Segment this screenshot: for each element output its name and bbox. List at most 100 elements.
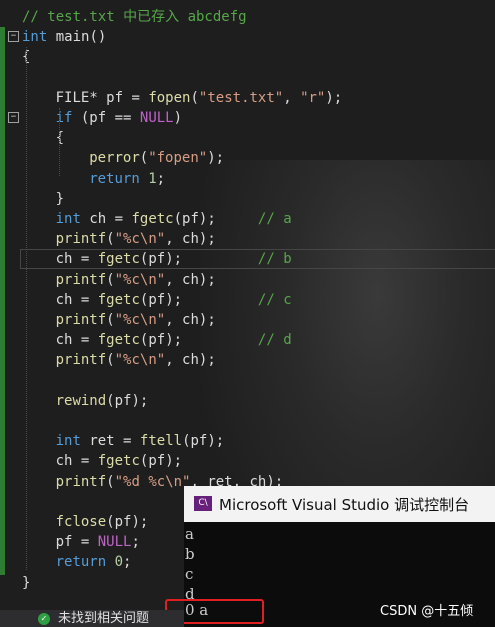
code-text: if (pf == NULL): [56, 108, 182, 128]
code-text: fclose(pf);: [56, 512, 149, 532]
code-token: printf: [55, 352, 107, 369]
code-token: pf =: [55, 534, 98, 551]
code-token: ): [173, 110, 183, 126]
code-token: "%d %c\n": [114, 473, 191, 490]
code-token: NULL: [139, 110, 174, 126]
code-token: ,: [283, 89, 301, 106]
code-token: FILE: [55, 89, 90, 106]
code-text: pf = NULL;: [56, 532, 140, 552]
code-line[interactable]: return 1;: [0, 169, 495, 189]
code-token: return: [55, 554, 107, 571]
code-text: ch = fgetc(pf);: [56, 451, 182, 471]
code-line[interactable]: {: [0, 128, 495, 148]
code-token: , ch);: [165, 312, 216, 328]
code-token: // d: [257, 332, 292, 349]
code-text: printf("%c\n", ch);: [56, 229, 216, 249]
code-token: ret =: [80, 433, 140, 450]
code-token: (pf ==: [72, 110, 140, 126]
code-text: rewind(pf);: [56, 391, 149, 411]
code-token: fgetc: [131, 211, 174, 227]
code-line[interactable]: printf("%c\n", ch);: [0, 350, 495, 370]
code-token: printf: [55, 231, 107, 248]
code-token: (: [106, 312, 115, 328]
code-token: fclose: [55, 514, 107, 530]
code-token: "fopen": [148, 150, 208, 167]
check-circle-icon: ✓: [38, 613, 50, 625]
code-line[interactable]: [0, 68, 495, 88]
code-token: "%c\n": [114, 352, 166, 369]
code-text: int main(): [22, 27, 106, 47]
code-token: perror: [89, 150, 140, 167]
code-text: // test.txt 中已存入 abcdefg: [22, 7, 247, 27]
code-line[interactable]: ch = fgetc(pf);: [0, 451, 495, 471]
code-token: ch =: [55, 332, 98, 349]
code-token: "%c\n": [114, 271, 166, 288]
console-title-bar[interactable]: C\ Microsoft Visual Studio 调试控制台: [184, 486, 495, 522]
code-token: (: [106, 271, 115, 288]
fold-toggle-icon[interactable]: −: [8, 112, 19, 123]
code-token: "test.txt": [198, 89, 284, 106]
code-token: (pf);: [182, 433, 225, 450]
code-token: }: [55, 190, 65, 207]
code-token: ch =: [55, 291, 98, 308]
code-text: }: [22, 573, 30, 593]
code-token: printf: [55, 473, 107, 490]
code-token: NULL: [97, 534, 132, 551]
code-token: , ch);: [165, 271, 216, 288]
code-token: main(): [47, 29, 107, 46]
code-token: ftell: [139, 433, 183, 450]
code-token: );: [325, 89, 343, 106]
code-token: "%c\n": [114, 312, 166, 328]
code-token: // test.txt 中已存入 abcdefg: [22, 9, 247, 25]
code-token: ;: [131, 534, 140, 551]
code-token: (: [139, 150, 149, 167]
code-text: perror("fopen");: [89, 148, 224, 168]
code-token: (: [106, 473, 115, 490]
code-line[interactable]: [0, 411, 495, 431]
status-bar: ✓ 未找到相关问题: [0, 610, 184, 627]
code-text: return 0;: [56, 552, 132, 572]
console-title: Microsoft Visual Studio 调试控制台: [219, 496, 470, 514]
code-text: ch = fgetc(pf); // d: [56, 330, 292, 350]
code-line[interactable]: − if (pf == NULL): [0, 108, 495, 128]
code-line[interactable]: printf("%c\n", ch);: [0, 229, 495, 249]
code-token: printf: [55, 271, 107, 288]
code-token: int: [55, 433, 81, 450]
code-token: printf: [55, 312, 107, 328]
code-token: fgetc: [97, 291, 140, 308]
code-line[interactable]: printf("%c\n", ch);: [0, 270, 495, 290]
code-token: int: [22, 29, 48, 46]
code-text: ch = fgetc(pf); // c: [56, 290, 292, 310]
code-token: (: [106, 352, 115, 369]
code-token: ;: [123, 554, 132, 571]
code-line[interactable]: int ret = ftell(pf);: [0, 431, 495, 451]
code-line[interactable]: }: [0, 189, 495, 209]
code-line[interactable]: int ch = fgetc(pf); // a: [0, 209, 495, 229]
code-token: (pf);: [139, 332, 258, 349]
indent-guide: [59, 108, 60, 176]
code-line[interactable]: − int main(): [0, 27, 495, 47]
code-token: * pf =: [89, 89, 149, 106]
code-line[interactable]: ch = fgetc(pf); // c: [0, 290, 495, 310]
console-output-line: a: [185, 525, 194, 543]
code-line[interactable]: {: [0, 47, 495, 67]
code-token: );: [207, 150, 225, 167]
code-line[interactable]: perror("fopen");: [0, 148, 495, 168]
code-line[interactable]: [0, 371, 495, 391]
code-token: , ch);: [165, 352, 216, 369]
code-token: (pf);: [139, 291, 258, 308]
code-line[interactable]: rewind(pf);: [0, 391, 495, 411]
code-text: FILE* pf = fopen("test.txt", "r");: [56, 88, 343, 108]
fold-toggle-icon[interactable]: −: [8, 31, 19, 43]
code-token: fgetc: [97, 453, 140, 470]
code-line[interactable]: FILE* pf = fopen("test.txt", "r");: [0, 88, 495, 108]
code-token: (: [190, 89, 199, 106]
code-token: return: [89, 170, 140, 187]
code-line[interactable]: ch = fgetc(pf); // d: [0, 330, 495, 350]
code-line[interactable]: printf("%c\n", ch);: [0, 310, 495, 330]
code-token: (: [106, 231, 115, 248]
code-line[interactable]: // test.txt 中已存入 abcdefg: [0, 7, 495, 27]
current-line-highlight: [20, 249, 495, 269]
